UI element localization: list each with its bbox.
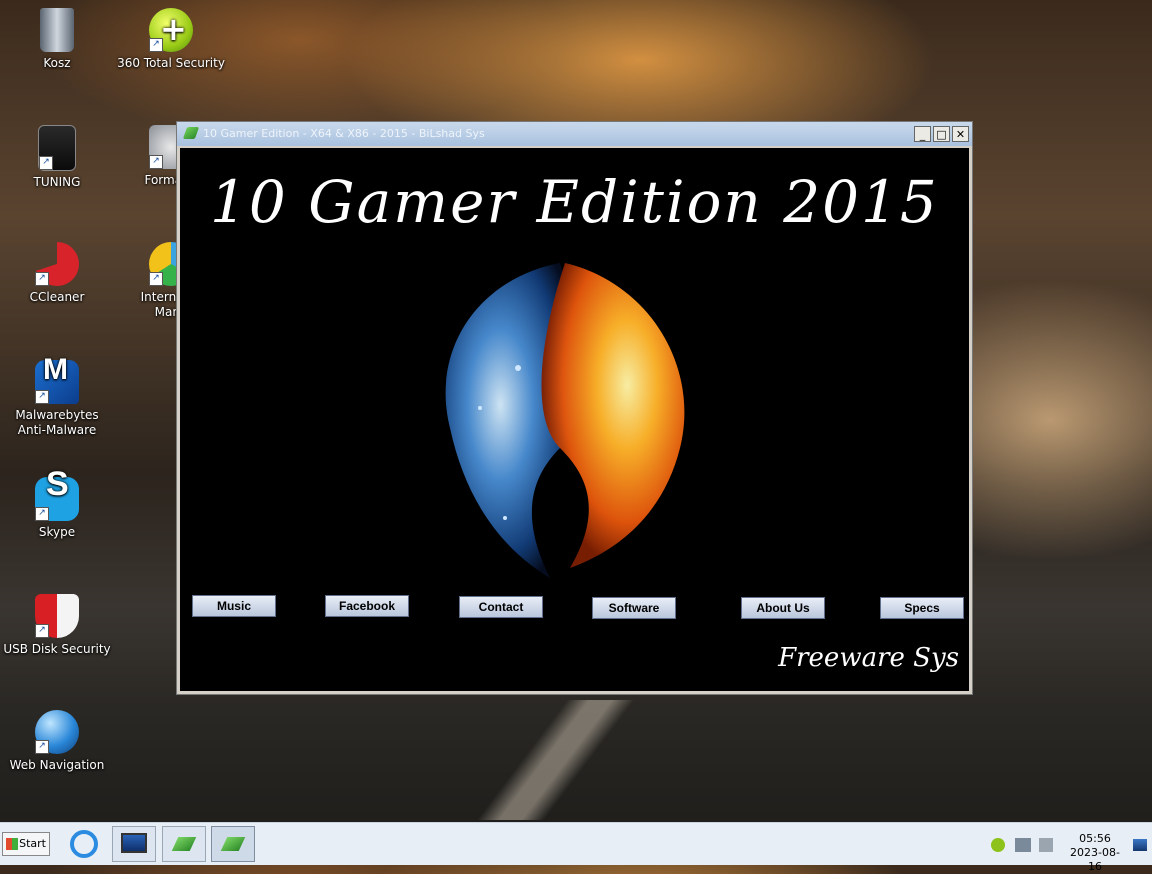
desktop-icon-skype[interactable]: S ↗ Skype bbox=[1, 467, 113, 540]
icon-label: CCleaner bbox=[29, 290, 85, 304]
360-security-tray-icon[interactable] bbox=[991, 838, 1005, 852]
window-title: 10 Gamer Edition - X64 & X86 - 2015 - Bi… bbox=[203, 127, 485, 140]
app-window: 10 Gamer Edition - X64 & X86 - 2015 - Bi… bbox=[176, 121, 973, 695]
contact-button[interactable]: Contact bbox=[459, 596, 543, 618]
icon-label: TUNING bbox=[33, 175, 81, 189]
window-titlebar[interactable]: 10 Gamer Edition - X64 & X86 - 2015 - Bi… bbox=[177, 122, 972, 146]
shortcut-arrow-icon: ↗ bbox=[35, 390, 49, 404]
app-headline: 10 Gamer Edition 2015 bbox=[210, 168, 939, 236]
volume-muted-icon[interactable] bbox=[1039, 838, 1053, 852]
shortcut-arrow-icon: ↗ bbox=[35, 507, 49, 521]
facebook-button[interactable]: Facebook bbox=[325, 595, 409, 617]
icon-label: Skype bbox=[38, 525, 76, 539]
wallpaper-road bbox=[385, 700, 715, 820]
windows-flag-icon bbox=[6, 838, 18, 850]
desktop-icon-360-total-security[interactable]: + ↗ 360 Total Security bbox=[115, 8, 227, 71]
shield-icon: ↗ bbox=[35, 594, 79, 638]
music-button[interactable]: Music bbox=[192, 595, 276, 617]
desktop-icon-malwarebytes[interactable]: M ↗ Malwarebytes Anti-Malware bbox=[1, 355, 113, 438]
shortcut-arrow-icon: ↗ bbox=[149, 155, 163, 169]
taskbar: Start 05:56 2023-08-16 bbox=[0, 822, 1152, 873]
ccleaner-icon: ↗ bbox=[35, 242, 79, 286]
app-logo-icon bbox=[220, 837, 246, 851]
window-client-area: 10 Gamer Edition 2015 Music Facebook Con… bbox=[180, 148, 969, 691]
shortcut-arrow-icon: ↗ bbox=[149, 272, 163, 286]
software-button[interactable]: Software bbox=[592, 597, 676, 619]
shortcut-arrow-icon: ↗ bbox=[35, 740, 49, 754]
minimize-button[interactable]: _ bbox=[914, 126, 931, 142]
desktop-icon-web-navigation[interactable]: ↗ Web Navigation bbox=[1, 710, 113, 773]
recycle-bin-icon bbox=[40, 8, 74, 52]
fire-water-yin-yang-image bbox=[445, 263, 685, 578]
taskbar-app-gamer-edition-1[interactable] bbox=[162, 826, 206, 862]
shortcut-arrow-icon: ↗ bbox=[35, 272, 49, 286]
internet-explorer-icon bbox=[70, 830, 98, 858]
icon-label: Web Navigation bbox=[9, 758, 105, 772]
taskbar-app-gamer-edition-2[interactable] bbox=[211, 826, 255, 862]
app-logo-icon bbox=[171, 837, 197, 851]
start-button[interactable]: Start bbox=[2, 832, 50, 856]
about-us-button[interactable]: About Us bbox=[741, 597, 825, 619]
icon-label: Malwarebytes Anti-Malware bbox=[15, 408, 99, 437]
clock-time: 05:56 bbox=[1079, 832, 1111, 845]
360-security-icon: + ↗ bbox=[149, 8, 193, 52]
specs-button[interactable]: Specs bbox=[880, 597, 964, 619]
desktop-icon-tuning[interactable]: ↗ TUNING bbox=[1, 125, 113, 190]
clock-date: 2023-08-16 bbox=[1070, 846, 1120, 873]
close-button[interactable]: ✕ bbox=[952, 126, 969, 142]
clock[interactable]: 05:56 2023-08-16 bbox=[1065, 832, 1125, 874]
shortcut-arrow-icon: ↗ bbox=[35, 624, 49, 638]
network-disconnected-icon[interactable] bbox=[1015, 838, 1031, 852]
start-label: Start bbox=[19, 837, 46, 850]
skype-icon: S ↗ bbox=[35, 467, 79, 521]
show-desktop-icon[interactable] bbox=[1133, 839, 1147, 851]
app-logo-icon bbox=[182, 127, 200, 139]
maximize-button[interactable]: □ bbox=[933, 126, 950, 142]
malwarebytes-icon: M ↗ bbox=[35, 355, 79, 404]
desktop-icon-usb-disk-security[interactable]: ↗ USB Disk Security bbox=[1, 594, 113, 657]
taskbar-internet-explorer[interactable] bbox=[62, 826, 106, 862]
globe-icon: ↗ bbox=[35, 710, 79, 754]
freeware-label: Freeware Sys bbox=[778, 643, 959, 673]
system-tray: 05:56 2023-08-16 bbox=[985, 826, 1152, 873]
folder-icon: ↗ bbox=[38, 125, 76, 171]
icon-label: Kosz bbox=[43, 56, 71, 70]
shortcut-arrow-icon: ↗ bbox=[149, 38, 163, 52]
desktop-icon-recycle-bin[interactable]: Kosz bbox=[1, 8, 113, 71]
icon-label: USB Disk Security bbox=[3, 642, 111, 656]
shortcut-arrow-icon: ↗ bbox=[39, 156, 53, 170]
icon-label: 360 Total Security bbox=[117, 56, 225, 70]
desktop-icon-ccleaner[interactable]: ↗ CCleaner bbox=[1, 242, 113, 305]
taskbar-computer[interactable] bbox=[112, 826, 156, 862]
computer-icon bbox=[121, 833, 147, 853]
